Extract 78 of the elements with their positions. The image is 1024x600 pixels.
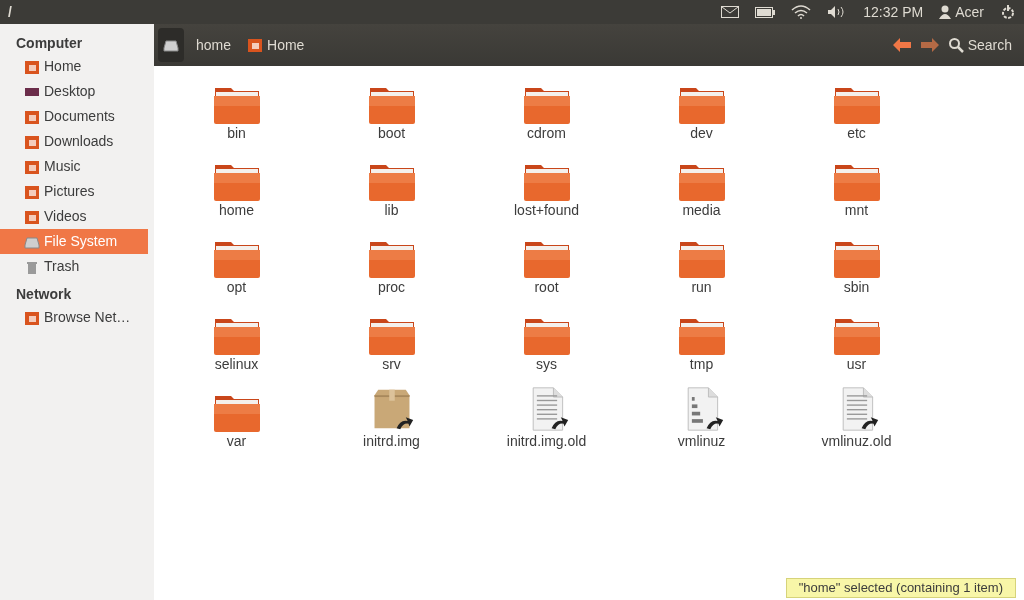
sidebar-item[interactable]: Browse Net…	[0, 305, 154, 330]
file-name: sys	[536, 355, 557, 373]
file-item[interactable]: vmlinuz	[624, 386, 779, 450]
file-name: tmp	[689, 355, 714, 373]
sidebar-item[interactable]: Pictures	[0, 179, 154, 204]
file-item[interactable]: mnt	[779, 155, 934, 219]
file-name: root	[534, 278, 559, 296]
file-item[interactable]: lib	[314, 155, 469, 219]
file-name: var	[226, 432, 247, 450]
file-item[interactable]: initrd.img	[314, 386, 469, 450]
file-item[interactable]: bin	[159, 78, 314, 142]
file-name: mnt	[844, 201, 869, 219]
user-icon	[939, 5, 952, 19]
battery-icon[interactable]	[755, 6, 776, 18]
sidebar-item[interactable]: Downloads	[0, 129, 154, 154]
file-item[interactable]: opt	[159, 232, 314, 296]
file-item[interactable]: initrd.img.old	[469, 386, 624, 450]
file-name: etc	[847, 124, 866, 142]
user-name[interactable]: Acer	[955, 1, 984, 23]
file-item[interactable]: tmp	[624, 309, 779, 373]
file-name: cdrom	[527, 124, 566, 142]
file-name: lib	[384, 201, 399, 219]
file-item[interactable]: vmlinuz.old	[779, 386, 934, 450]
file-item[interactable]: boot	[314, 78, 469, 142]
file-item[interactable]: usr	[779, 309, 934, 373]
file-name: home	[219, 201, 254, 219]
file-name: opt	[226, 278, 247, 296]
power-gear-icon[interactable]	[1000, 4, 1016, 20]
file-item[interactable]: run	[624, 232, 779, 296]
file-item[interactable]: proc	[314, 232, 469, 296]
file-item[interactable]: home	[159, 155, 314, 219]
wifi-icon[interactable]	[791, 5, 812, 19]
file-item[interactable]: etc	[779, 78, 934, 142]
root-path-button[interactable]	[158, 28, 184, 62]
sidebar-item[interactable]: Desktop	[0, 79, 154, 104]
file-name: boot	[377, 124, 406, 142]
path-button[interactable]: home	[192, 30, 236, 60]
file-name: sbin	[843, 278, 870, 296]
file-item[interactable]: media	[624, 155, 779, 219]
window-title: /	[8, 2, 12, 22]
file-name: srv	[382, 355, 401, 373]
sidebar-item[interactable]: Videos	[0, 204, 154, 229]
status-message: "home" selected (containing 1 item)	[785, 578, 1016, 598]
file-item[interactable]: selinux	[159, 309, 314, 373]
sidebar-item[interactable]: Trash	[0, 254, 154, 279]
file-item[interactable]: lost+found	[469, 155, 624, 219]
file-name: run	[691, 278, 712, 296]
file-item[interactable]: sys	[469, 309, 624, 373]
file-item[interactable]: srv	[314, 309, 469, 373]
file-name: bin	[227, 124, 246, 142]
file-item[interactable]: dev	[624, 78, 779, 142]
sidebar-item[interactable]: Music	[0, 154, 154, 179]
mail-icon[interactable]	[721, 6, 740, 18]
file-name: usr	[846, 355, 867, 373]
sidebar-heading: Computer	[15, 34, 84, 53]
file-item[interactable]: root	[469, 232, 624, 296]
clock[interactable]: 12:32 PM	[863, 1, 924, 23]
search-icon	[947, 37, 964, 53]
sidebar-item[interactable]: Home	[0, 54, 154, 79]
file-name: vmlinuz.old	[821, 432, 892, 450]
drive-icon	[163, 37, 179, 53]
file-name: vmlinuz	[677, 432, 726, 450]
file-item[interactable]: cdrom	[469, 78, 624, 142]
search-button[interactable]: Search	[947, 34, 1020, 56]
sidebar-item[interactable]: Documents	[0, 104, 154, 129]
file-name: initrd.img	[363, 432, 420, 450]
file-name: proc	[377, 278, 406, 296]
file-name: dev	[690, 124, 713, 142]
file-name: lost+found	[514, 201, 579, 219]
file-name: selinux	[214, 355, 259, 373]
back-arrow-icon[interactable]	[891, 37, 912, 53]
sidebar-heading: Network	[15, 285, 73, 304]
file-item[interactable]: var	[159, 386, 314, 450]
file-name: media	[682, 201, 721, 219]
file-name: initrd.img.old	[506, 432, 587, 450]
path-button[interactable]: Home	[243, 30, 309, 60]
file-item[interactable]: sbin	[779, 232, 934, 296]
forward-arrow-icon[interactable]	[919, 37, 940, 53]
